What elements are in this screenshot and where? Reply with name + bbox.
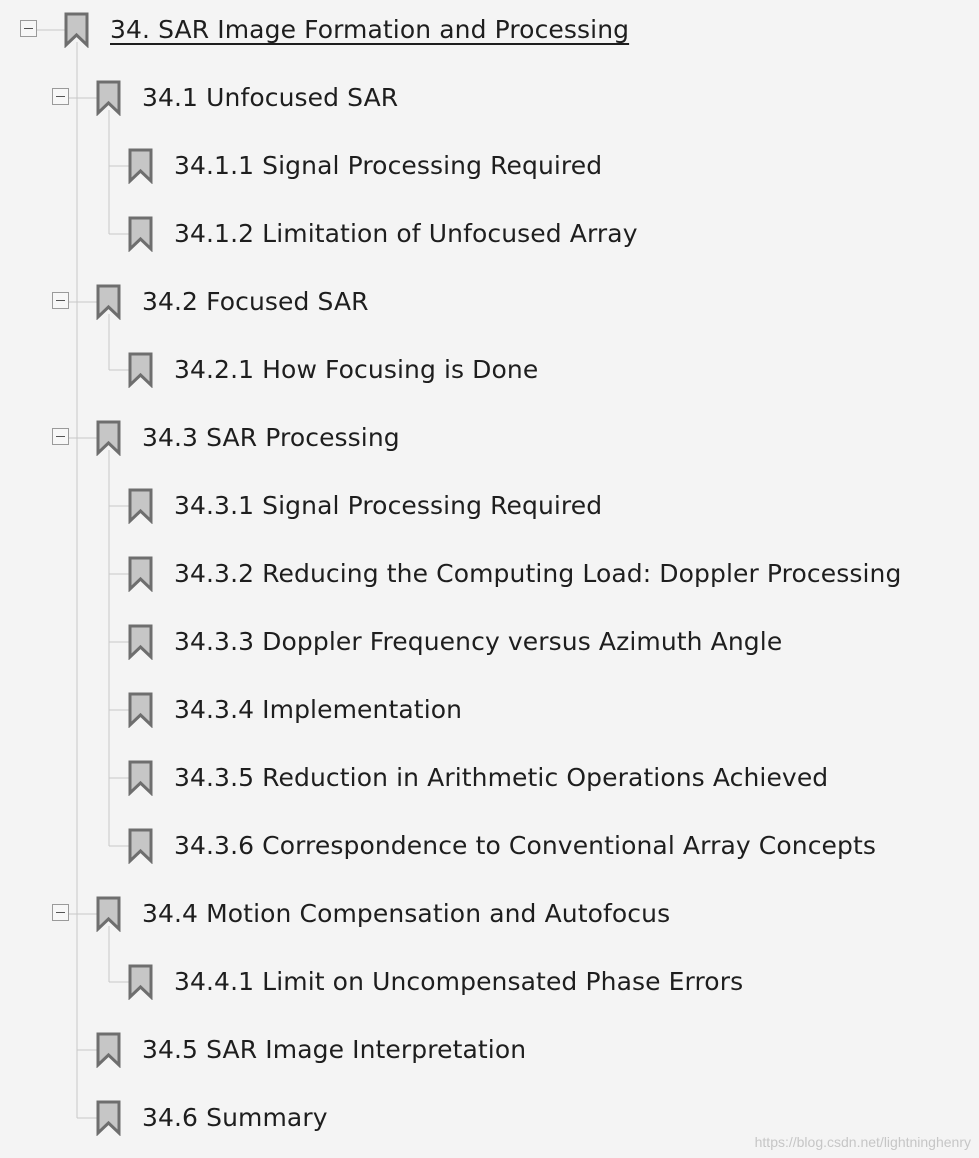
bookmark-row[interactable]: 34.3.5 Reduction in Arithmetic Operation…	[0, 746, 979, 810]
bookmark-row[interactable]: 34.3.3 Doppler Frequency versus Azimuth …	[0, 610, 979, 674]
bookmark-label[interactable]: 34.3.5 Reduction in Arithmetic Operation…	[174, 746, 828, 810]
bookmark-ribbon-icon[interactable]	[96, 80, 122, 116]
bookmark-ribbon-icon[interactable]	[96, 896, 122, 932]
bookmark-ribbon-icon[interactable]	[128, 148, 154, 184]
bookmark-ribbon-icon[interactable]	[128, 828, 154, 864]
bookmark-ribbon-icon[interactable]	[96, 284, 122, 320]
bookmark-label[interactable]: 34.1.2 Limitation of Unfocused Array	[174, 202, 638, 266]
bookmark-row[interactable]: 34.4 Motion Compensation and Autofocus	[0, 882, 979, 946]
bookmark-ribbon-icon[interactable]	[128, 556, 154, 592]
bookmark-label[interactable]: 34.3.4 Implementation	[174, 678, 462, 742]
bookmark-row[interactable]: 34.3.4 Implementation	[0, 678, 979, 742]
collapse-minus-icon[interactable]	[52, 88, 69, 105]
bookmark-label[interactable]: 34.4.1 Limit on Uncompensated Phase Erro…	[174, 950, 743, 1014]
bookmark-label[interactable]: 34. SAR Image Formation and Processing	[110, 0, 629, 62]
bookmark-row[interactable]: 34.1.2 Limitation of Unfocused Array	[0, 202, 979, 266]
bookmark-label[interactable]: 34.3.3 Doppler Frequency versus Azimuth …	[174, 610, 782, 674]
bookmark-label[interactable]: 34.3 SAR Processing	[142, 406, 400, 470]
bookmark-label[interactable]: 34.2.1 How Focusing is Done	[174, 338, 538, 402]
bookmark-label[interactable]: 34.4 Motion Compensation and Autofocus	[142, 882, 670, 946]
bookmark-label[interactable]: 34.2 Focused SAR	[142, 270, 369, 334]
bookmark-ribbon-icon[interactable]	[128, 216, 154, 252]
bookmark-ribbon-icon[interactable]	[128, 624, 154, 660]
bookmark-ribbon-icon[interactable]	[96, 1100, 122, 1136]
bookmark-row[interactable]: 34.5 SAR Image Interpretation	[0, 1018, 979, 1082]
bookmark-ribbon-icon[interactable]	[96, 420, 122, 456]
collapse-minus-icon[interactable]	[52, 292, 69, 309]
bookmark-row[interactable]: 34.2.1 How Focusing is Done	[0, 338, 979, 402]
bookmark-row[interactable]: 34.3 SAR Processing	[0, 406, 979, 470]
bookmark-label[interactable]: 34.6 Summary	[142, 1086, 328, 1150]
bookmark-label[interactable]: 34.3.2 Reducing the Computing Load: Dopp…	[174, 542, 901, 606]
bookmark-label[interactable]: 34.3.1 Signal Processing Required	[174, 474, 602, 538]
bookmark-label[interactable]: 34.5 SAR Image Interpretation	[142, 1018, 526, 1082]
bookmark-ribbon-icon[interactable]	[128, 488, 154, 524]
bookmark-ribbon-icon[interactable]	[128, 964, 154, 1000]
bookmark-row[interactable]: 34.3.2 Reducing the Computing Load: Dopp…	[0, 542, 979, 606]
collapse-minus-icon[interactable]	[20, 20, 37, 37]
bookmark-row[interactable]: 34.2 Focused SAR	[0, 270, 979, 334]
bookmark-row[interactable]: 34. SAR Image Formation and Processing	[0, 0, 979, 62]
bookmark-ribbon-icon[interactable]	[96, 1032, 122, 1068]
bookmarks-panel: 34. SAR Image Formation and Processing 34…	[0, 0, 979, 1158]
bookmark-ribbon-icon[interactable]	[128, 760, 154, 796]
bookmark-ribbon-icon[interactable]	[128, 692, 154, 728]
bookmark-ribbon-icon[interactable]	[128, 352, 154, 388]
watermark-text: https://blog.csdn.net/lightninghenry	[754, 1134, 971, 1150]
bookmark-label[interactable]: 34.3.6 Correspondence to Conventional Ar…	[174, 814, 876, 878]
bookmark-row[interactable]: 34.3.6 Correspondence to Conventional Ar…	[0, 814, 979, 878]
collapse-minus-icon[interactable]	[52, 428, 69, 445]
bookmark-row[interactable]: 34.3.1 Signal Processing Required	[0, 474, 979, 538]
bookmark-label[interactable]: 34.1 Unfocused SAR	[142, 66, 398, 130]
bookmark-row[interactable]: 34.4.1 Limit on Uncompensated Phase Erro…	[0, 950, 979, 1014]
bookmark-row[interactable]: 34.1 Unfocused SAR	[0, 66, 979, 130]
collapse-minus-icon[interactable]	[52, 904, 69, 921]
bookmark-label[interactable]: 34.1.1 Signal Processing Required	[174, 134, 602, 198]
bookmark-ribbon-icon[interactable]	[64, 12, 90, 48]
bookmark-row[interactable]: 34.1.1 Signal Processing Required	[0, 134, 979, 198]
